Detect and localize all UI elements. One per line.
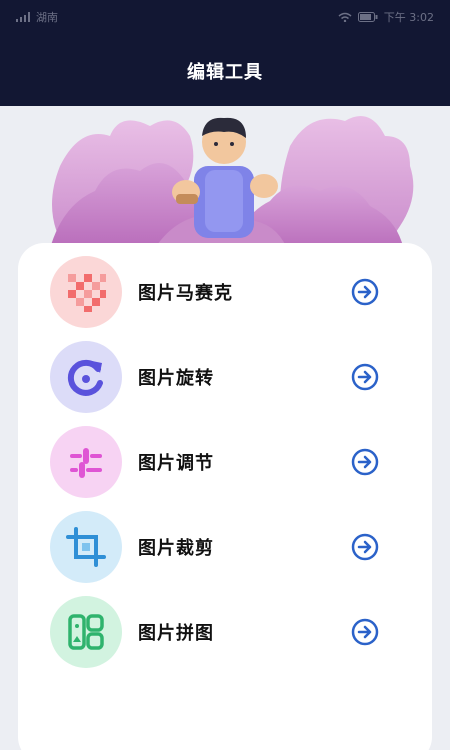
status-bar: 湖南 下午 3:02 xyxy=(0,0,450,34)
arrow-right-icon[interactable] xyxy=(350,617,380,647)
tool-label-mosaic: 图片马赛克 xyxy=(138,283,233,304)
signal-icon xyxy=(16,12,30,22)
hero-art xyxy=(48,116,414,256)
tool-label-crop: 图片裁剪 xyxy=(138,538,214,559)
arrow-right-icon[interactable] xyxy=(350,277,380,307)
tool-item-adjust[interactable]: 图片调节 xyxy=(50,424,380,500)
mosaic-icon-wrap xyxy=(50,256,122,328)
crop-icon xyxy=(66,527,106,567)
arrow-right-icon[interactable] xyxy=(350,362,380,392)
tool-item-rotate[interactable]: 图片旋转 xyxy=(50,339,380,415)
header-bar: 湖南 下午 3:02 编辑工具 xyxy=(0,0,450,106)
adjust-icon-wrap xyxy=(50,426,122,498)
hero-illustration xyxy=(0,106,450,256)
wifi-icon xyxy=(338,12,352,22)
tool-item-mosaic[interactable]: 图片马赛克 xyxy=(50,254,380,330)
carrier-text: 湖南 xyxy=(36,11,58,24)
arrow-right-icon[interactable] xyxy=(350,447,380,477)
rotate-icon xyxy=(67,359,103,396)
collage-icon-wrap xyxy=(50,596,122,668)
arrow-right-icon[interactable] xyxy=(350,532,380,562)
adjust-icon xyxy=(70,448,102,478)
rotate-icon-wrap xyxy=(50,341,122,413)
crop-icon-wrap xyxy=(50,511,122,583)
tool-label-rotate: 图片旋转 xyxy=(138,368,214,389)
page-title: 编辑工具 xyxy=(187,62,263,83)
status-right: 下午 3:02 xyxy=(338,9,434,25)
collage-icon xyxy=(68,614,104,650)
tool-label-collage: 图片拼图 xyxy=(138,623,214,644)
mosaic-icon xyxy=(68,274,106,312)
tool-item-crop[interactable]: 图片裁剪 xyxy=(50,509,380,585)
battery-icon xyxy=(357,12,378,22)
clock-text: 下午 3:02 xyxy=(383,11,434,24)
tool-item-collage[interactable]: 图片拼图 xyxy=(50,594,380,670)
status-left: 湖南 xyxy=(16,9,58,25)
tool-label-adjust: 图片调节 xyxy=(138,453,214,474)
